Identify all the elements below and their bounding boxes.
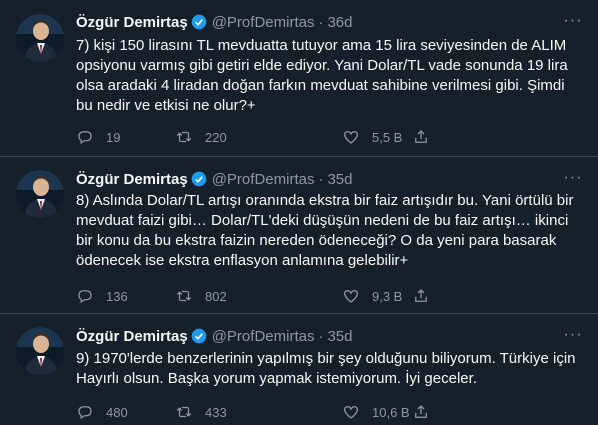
tweet-header: Özgür Demirtaş @ProfDemirtas · 36d [76,12,352,32]
retweet-count: 802 [205,288,227,304]
tweet-header: Özgür Demirtaş @ProfDemirtas · 35d [76,169,352,189]
retweet-button[interactable]: 220 [175,127,227,147]
tweet-text: 7) kişi 150 lirasını TL mevduatta tutuyo… [76,37,568,114]
reply-count: 19 [106,129,121,145]
tweet-1[interactable]: Özgür Demirtaş @ProfDemirtas · 36d ··· 7… [0,0,598,156]
tweet-actions: 136 802 9,3 B [76,286,536,306]
author-name[interactable]: Özgür Demirtaş [76,328,188,345]
tweet-text: 8) Aslında Dolar/TL artışı oranında ekst… [76,192,574,269]
author-handle[interactable]: @ProfDemirtas [212,328,315,345]
like-button[interactable]: 5,5 B [342,127,402,147]
separator-dot: · [318,327,324,345]
heart-icon [343,290,359,303]
retweet-icon [176,290,192,302]
retweet-button[interactable]: 802 [175,286,227,306]
reply-icon [78,406,92,420]
heart-icon [343,406,359,419]
retweet-count: 433 [205,404,227,420]
reply-count: 136 [106,288,128,304]
retweet-icon [176,131,192,143]
avatar-image [16,14,64,62]
tweet-header: Özgür Demirtaş @ProfDemirtas · 35d [76,326,352,346]
more-options-icon[interactable]: ··· [563,170,583,191]
tweet-3[interactable]: Özgür Demirtaş @ProfDemirtas · 35d ··· 9… [0,314,598,425]
retweet-button[interactable]: 433 [175,402,227,422]
author-name[interactable]: Özgür Demirtaş [76,171,188,188]
verified-badge-icon [191,171,207,187]
author-handle[interactable]: @ProfDemirtas [212,14,315,31]
share-button[interactable] [412,286,442,306]
reply-button[interactable]: 19 [76,127,120,147]
reply-icon [78,290,92,304]
tweet-2[interactable]: Özgür Demirtaş @ProfDemirtas · 35d ··· 8… [0,157,598,313]
reply-button[interactable]: 136 [76,286,128,306]
like-count: 5,5 B [372,129,403,145]
like-count: 9,3 B [372,288,403,304]
avatar[interactable] [16,14,64,62]
verified-badge-icon [191,328,207,344]
tweet-actions: 19 220 5,5 B [76,127,536,147]
timestamp[interactable]: 36d [327,14,352,31]
like-button[interactable]: 10,6 B [342,402,410,422]
like-count: 10,6 B [372,404,410,420]
like-button[interactable]: 9,3 B [342,286,402,306]
verified-badge-icon [191,14,207,30]
reply-icon [78,131,92,145]
separator-dot: · [318,13,324,31]
timestamp[interactable]: 35d [327,328,352,345]
share-button[interactable] [412,127,442,147]
reply-button[interactable]: 480 [76,402,128,422]
share-icon [415,289,427,302]
more-options-icon[interactable]: ··· [563,13,583,34]
separator-dot: · [318,170,324,188]
timestamp[interactable]: 35d [327,171,352,188]
share-icon [415,130,427,143]
tweet-actions: 480 433 10,6 B [76,402,536,422]
tweet-text: 9) 1970'lerde benzerlerinin yapılmış bir… [76,350,576,387]
reply-count: 480 [106,404,128,420]
share-button[interactable] [412,402,442,422]
retweet-icon [176,406,192,418]
share-icon [415,405,427,418]
author-handle[interactable]: @ProfDemirtas [212,171,315,188]
avatar-image [16,170,64,218]
avatar[interactable] [16,170,64,218]
heart-icon [343,131,359,144]
author-name[interactable]: Özgür Demirtaş [76,14,188,31]
retweet-count: 220 [205,129,227,145]
avatar[interactable] [16,327,64,375]
avatar-image [16,327,64,375]
more-options-icon[interactable]: ··· [563,327,583,348]
